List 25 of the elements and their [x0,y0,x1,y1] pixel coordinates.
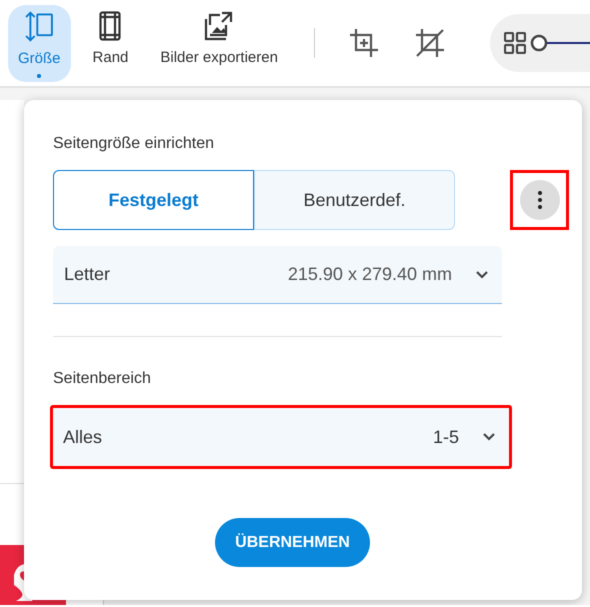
margin-icon [99,10,122,40]
page-range-dropdown[interactable]: Alles 1-5 [50,405,512,469]
paper-size-dropdown[interactable]: Letter 215.90 x 279.40 mm [53,246,502,304]
paper-name: Letter [64,263,110,286]
apply-button[interactable]: ÜBERNEHMEN [215,518,370,567]
range-value: Alles [63,426,102,448]
section-title: Seitenbereich [53,369,152,389]
slider-thumb[interactable] [530,34,548,52]
grid-view-icon[interactable] [504,32,526,54]
chevron-down-icon [483,433,495,441]
segment-tab[interactable]: Festgelegt [53,170,254,230]
toolbar-tab[interactable]: Rand [82,4,138,82]
toolbar-tab[interactable]: Bilder exportieren [150,4,288,82]
segment-tab[interactable]: Benutzerdef. [254,170,455,230]
export-images-icon [204,10,234,40]
chevron-down-icon [476,270,488,278]
zoom-slider[interactable] [530,33,590,53]
toolbar-tab[interactable]: Größe [8,4,71,82]
crop-off-icon [414,28,445,58]
crop-icon [348,28,379,58]
more-icon [538,191,542,209]
section-title: Seitengröße einrichten [53,134,215,154]
page-count: 1-5 [432,426,459,448]
more-button[interactable] [520,180,560,220]
paper-dimensions: 215.90 x 279.40 mm [288,263,452,286]
